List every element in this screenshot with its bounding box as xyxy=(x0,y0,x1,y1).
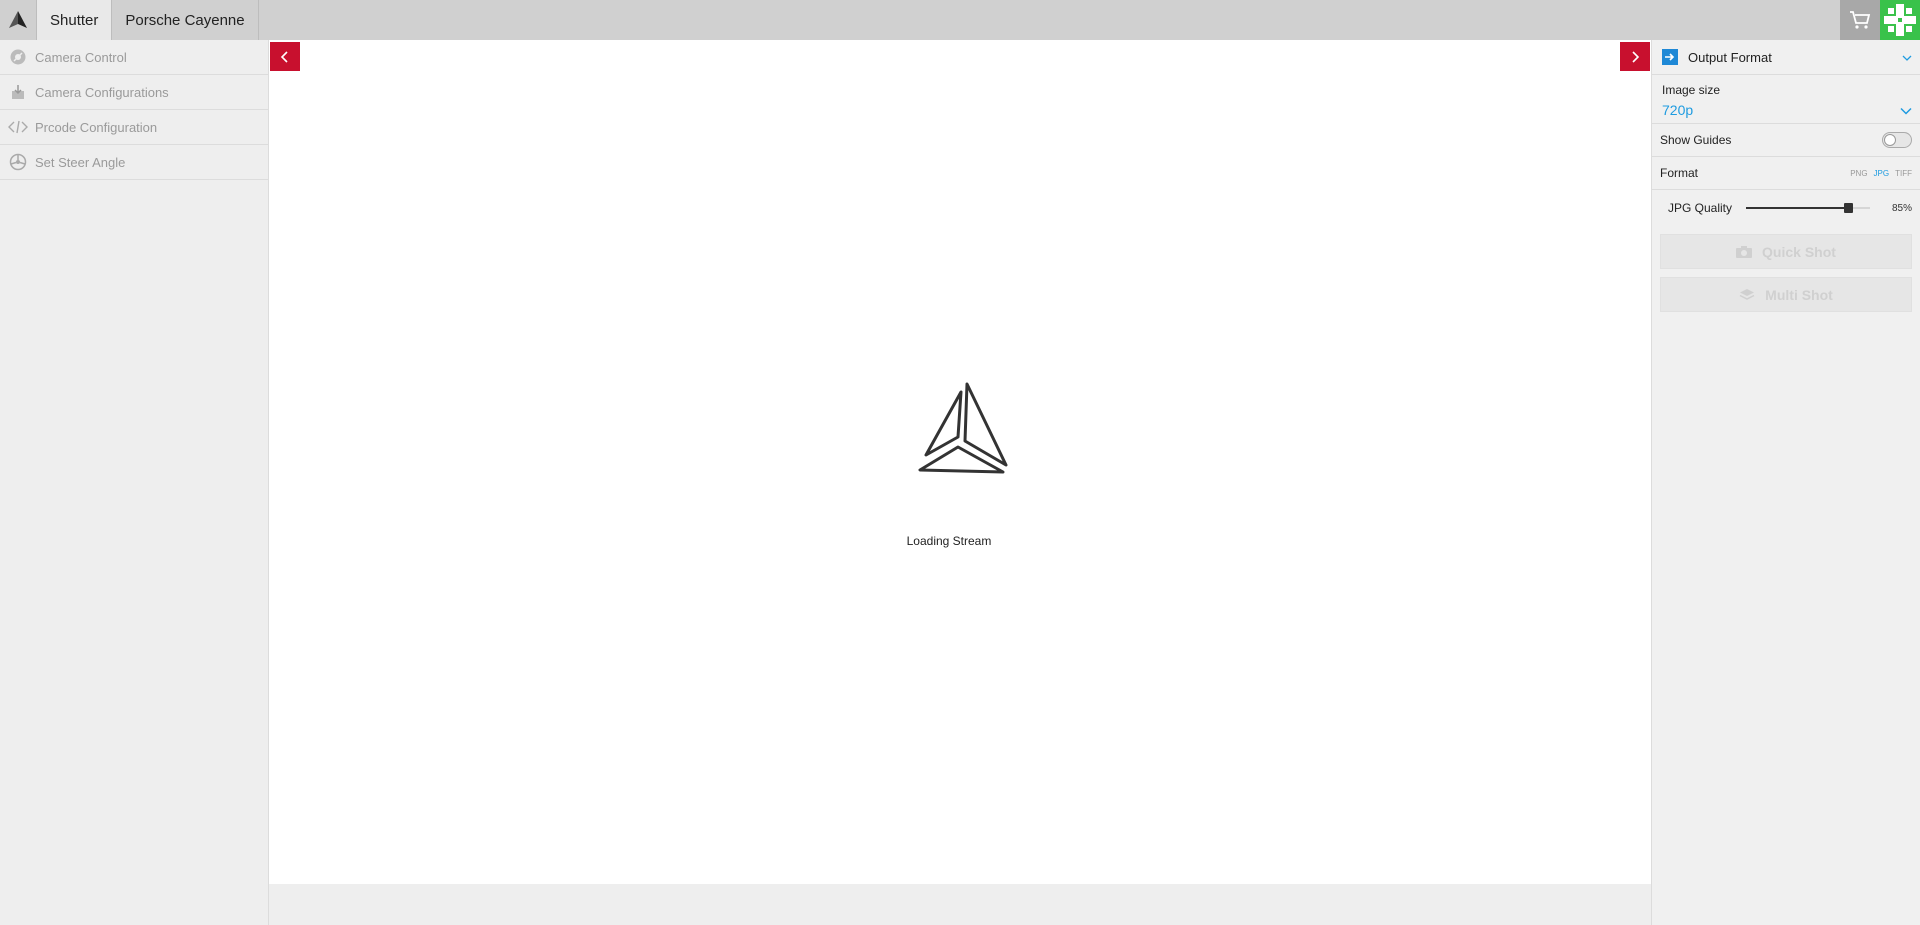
triangle-logo-icon[interactable] xyxy=(0,0,36,40)
image-size-label: Image size xyxy=(1662,83,1721,97)
code-icon xyxy=(0,120,35,134)
image-size-dropdown[interactable]: 720p xyxy=(1662,97,1912,123)
tab-label: Shutter xyxy=(50,11,99,29)
multi-shot-label: Multi Shot xyxy=(1765,286,1833,303)
tab-porsche-cayenne[interactable]: Porsche Cayenne xyxy=(112,0,259,40)
tab-shutter[interactable]: Shutter xyxy=(36,0,113,40)
format-row: Format PNG JPG TIFF xyxy=(1652,157,1920,190)
sidebar-item-label: Camera Control xyxy=(35,49,127,65)
jpg-quality-label: JPG Quality xyxy=(1668,201,1733,215)
multi-shot-button[interactable]: Multi Shot xyxy=(1660,277,1912,312)
chevron-down-icon xyxy=(1902,50,1912,65)
stream-footer-bar xyxy=(269,884,1651,925)
show-guides-row: Show Guides xyxy=(1652,124,1920,157)
show-guides-label: Show Guides xyxy=(1660,133,1732,147)
sidebar-item-set-steer-angle[interactable]: Set Steer Angle xyxy=(0,145,268,180)
slider-thumb[interactable] xyxy=(1844,203,1854,213)
image-size-value: 720p xyxy=(1662,102,1694,118)
section-title: Output Format xyxy=(1688,49,1772,65)
format-option-jpg[interactable]: JPG xyxy=(1874,169,1890,178)
jpg-quality-slider[interactable] xyxy=(1746,202,1871,214)
sidebar-item-camera-control[interactable]: Camera Control xyxy=(0,40,268,75)
cart-icon[interactable] xyxy=(1840,0,1880,40)
sidebar-item-label: Camera Configurations xyxy=(35,84,169,100)
loading-text: Loading Stream xyxy=(906,534,992,548)
chevron-down-icon xyxy=(1900,102,1912,118)
output-arrow-icon xyxy=(1662,49,1678,65)
show-guides-toggle[interactable] xyxy=(1882,132,1912,148)
top-bar: Shutter Porsche Cayenne xyxy=(0,0,1920,40)
format-option-tiff[interactable]: TIFF xyxy=(1895,169,1912,178)
chevron-left-icon[interactable] xyxy=(270,42,300,71)
quick-shot-button[interactable]: Quick Shot xyxy=(1660,234,1912,269)
topbar-actions xyxy=(1840,0,1920,40)
image-size-select[interactable]: Image size 720p xyxy=(1652,75,1920,124)
format-label: Format xyxy=(1660,166,1699,180)
sidebar-item-camera-configurations[interactable]: Camera Configurations xyxy=(0,75,268,110)
download-box-icon xyxy=(0,84,35,100)
camera-control-icon xyxy=(0,48,35,66)
layers-icon xyxy=(1739,288,1755,302)
format-option-png[interactable]: PNG xyxy=(1850,169,1867,178)
camera-icon xyxy=(1736,245,1753,258)
sidebar-item-label: Prcode Configuration xyxy=(35,119,158,135)
steering-wheel-icon xyxy=(0,153,35,171)
stream-viewport: Loading Stream xyxy=(269,40,1651,925)
quick-shot-label: Quick Shot xyxy=(1762,243,1836,260)
format-options: PNG JPG TIFF xyxy=(1850,169,1912,178)
avatar-identicon[interactable] xyxy=(1880,0,1920,40)
tab-label: Porsche Cayenne xyxy=(125,11,245,29)
jpg-quality-value: 85% xyxy=(1891,202,1912,214)
jpg-quality-row: JPG Quality 85% xyxy=(1652,190,1920,226)
output-format-header[interactable]: Output Format xyxy=(1652,40,1920,75)
loading-spinner-icon xyxy=(884,374,1044,534)
chevron-right-icon[interactable] xyxy=(1620,42,1650,71)
left-sidebar: Camera Control Camera Configurations Prc… xyxy=(0,40,269,925)
right-panel: Output Format Image size 720p Show Guide… xyxy=(1651,40,1920,925)
sidebar-item-label: Set Steer Angle xyxy=(35,154,126,170)
sidebar-item-prcode-configuration[interactable]: Prcode Configuration xyxy=(0,110,268,145)
